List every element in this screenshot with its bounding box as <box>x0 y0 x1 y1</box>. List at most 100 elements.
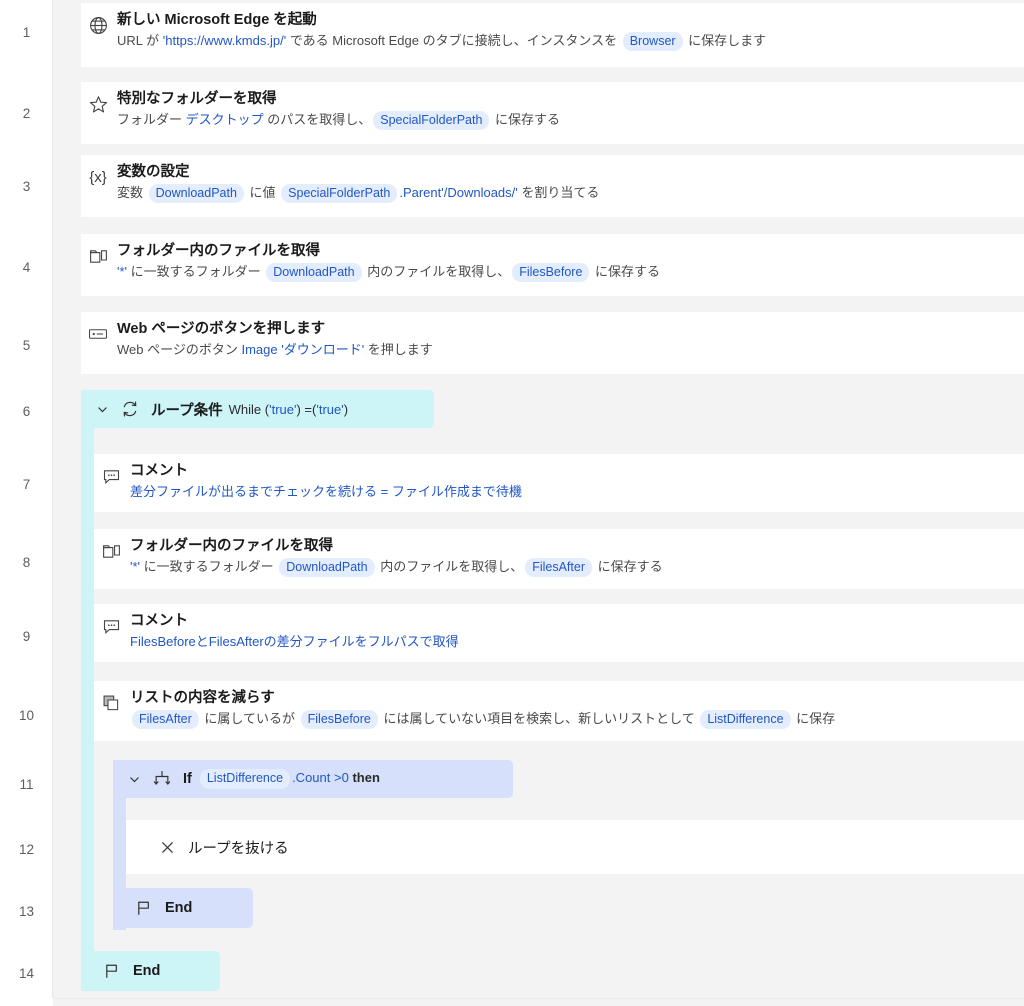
step-number-3: 3 <box>22 179 31 194</box>
step-row-3[interactable]: {x} 変数の設定 変数 DownloadPath に値 SpecialFold… <box>81 155 1024 217</box>
step-4-description: '*' に一致するフォルダー DownloadPath 内のファイルを取得し、 F… <box>117 262 1014 282</box>
variable-chip-browser: Browser <box>622 31 683 51</box>
variable-chip-listdifference: ListDifference <box>700 709 791 729</box>
step-8-body: フォルダー内のファイルを取得 '*' に一致するフォルダー DownloadPa… <box>128 529 1024 586</box>
step-number-6: 6 <box>22 404 31 419</box>
step-number-1: 1 <box>22 25 31 40</box>
parameter-value: 'https://www.kmds.jp/' <box>162 32 287 48</box>
parameter-value: 差分ファイルが出るまでチェックを続ける = ファイル作成まで待機 <box>130 483 522 499</box>
gutter-bottom-filler <box>0 998 53 1006</box>
variable-chip-filesafter: FilesAfter <box>132 709 199 729</box>
step-2-title: 特別なフォルダーを取得 <box>117 91 277 107</box>
step-10-title: リストの内容を減らす <box>130 690 275 706</box>
step-2-description: フォルダー デスクトップ のパスを取得し、 SpecialFolderPath に… <box>117 110 1014 130</box>
comment-icon <box>94 604 128 637</box>
step-3-body: 変数の設定 変数 DownloadPath に値 SpecialFolderPa… <box>115 155 1024 212</box>
step-5-title: Web ページのボタンを押します <box>117 321 326 337</box>
variable-chip-downloadpath: DownloadPath <box>279 557 375 577</box>
step-row-9[interactable]: コメント FilesBeforeとFilesAfterの差分ファイルをフルパスで… <box>94 604 1024 662</box>
step-9-description: FilesBeforeとFilesAfterの差分ファイルをフルパスで取得 <box>130 633 1014 652</box>
loop-block-spine <box>81 390 94 991</box>
variable-chip-downloadpath: DownloadPath <box>266 262 362 282</box>
flow-designer-canvas[interactable]: 1 2 3 4 5 6 7 8 9 10 11 12 13 14 新しい Mic… <box>0 0 1024 1006</box>
step-1-body: 新しい Microsoft Edge を起動 URL が 'https://ww… <box>115 3 1024 60</box>
step-9-title: コメント <box>130 613 188 629</box>
list-subtract-icon <box>94 681 128 714</box>
star-icon <box>81 82 115 115</box>
step-number-8: 8 <box>22 555 31 570</box>
parameter-value: FilesBeforeとFilesAfterの差分ファイルをフルパスで取得 <box>130 633 459 649</box>
step-11-condition: ListDifference .Count >0 then <box>198 769 380 789</box>
step-row-1[interactable]: 新しい Microsoft Edge を起動 URL が 'https://ww… <box>81 3 1024 67</box>
variable-chip-filesbefore: FilesBefore <box>300 709 378 729</box>
globe-icon <box>81 3 115 36</box>
step-12-title: ループを抜ける <box>188 840 289 857</box>
step-row-14-loop-end[interactable]: End <box>81 951 220 991</box>
step-9-body: コメント FilesBeforeとFilesAfterの差分ファイルをフルパスで… <box>128 604 1024 660</box>
step-14-title: End <box>133 963 161 979</box>
step-12-body: ループを抜ける <box>126 820 1024 874</box>
step-1-description: URL が 'https://www.kmds.jp/' である Microso… <box>117 31 1014 51</box>
step-row-13-if-end[interactable]: End <box>113 888 253 928</box>
flag-icon <box>131 897 157 919</box>
loop-icon <box>117 398 143 420</box>
step-number-7: 7 <box>22 477 31 492</box>
step-number-10: 10 <box>18 708 35 723</box>
parameter-value: デスクトップ <box>185 111 264 127</box>
step-row-11-if-header[interactable]: If ListDifference .Count >0 then <box>113 760 513 798</box>
step-5-body: Web ページのボタンを押します Web ページのボタン Image 'ダウンロ… <box>115 312 1024 368</box>
step-row-2[interactable]: 特別なフォルダーを取得 フォルダー デスクトップ のパスを取得し、 Special… <box>81 82 1024 144</box>
step-row-10[interactable]: リストの内容を減らす FilesAfter に属しているが FilesBefor… <box>94 681 1024 741</box>
parameter-value: Image 'ダウンロード' <box>241 341 365 357</box>
step-3-title: 変数の設定 <box>117 164 190 180</box>
step-number-4: 4 <box>22 260 31 275</box>
step-13-title: End <box>165 900 193 916</box>
variable-x-icon: {x} <box>89 169 107 186</box>
step-number-gutter: 1 2 3 4 5 6 7 8 9 10 11 12 13 14 <box>0 0 53 1006</box>
step-6-condition: While ('true') =('true') <box>228 401 349 417</box>
folder-files-icon <box>81 234 115 267</box>
step-row-4[interactable]: フォルダー内のファイルを取得 '*' に一致するフォルダー DownloadPa… <box>81 234 1024 296</box>
variable-chip-filesafter: FilesAfter <box>525 557 592 577</box>
step-number-2: 2 <box>22 106 31 121</box>
close-x-icon <box>156 836 178 858</box>
step-number-5: 5 <box>22 338 31 353</box>
step-number-14: 14 <box>18 966 35 981</box>
step-10-body: リストの内容を減らす FilesAfter に属しているが FilesBefor… <box>128 681 1024 738</box>
step-3-description: 変数 DownloadPath に値 SpecialFolderPath .Par… <box>117 183 1014 203</box>
step-8-description: '*' に一致するフォルダー DownloadPath 内のファイルを取得し、 F… <box>130 557 1014 577</box>
if-branch-icon <box>149 768 175 790</box>
chevron-down-icon[interactable] <box>93 400 111 418</box>
step-number-12: 12 <box>18 842 35 857</box>
flag-icon <box>99 960 125 982</box>
step-1-title: 新しい Microsoft Edge を起動 <box>117 12 317 28</box>
parameter-value: '*' <box>130 558 141 574</box>
step-row-12[interactable]: ループを抜ける <box>126 820 1024 874</box>
step-number-9: 9 <box>22 629 31 644</box>
step-row-7[interactable]: コメント 差分ファイルが出るまでチェックを続ける = ファイル作成まで待機 <box>94 454 1024 512</box>
step-number-11: 11 <box>19 777 34 792</box>
parameter-value: '*' <box>117 263 128 279</box>
canvas-bottom-divider <box>53 998 1024 1006</box>
step-7-description: 差分ファイルが出るまでチェックを続ける = ファイル作成まで待機 <box>130 483 1014 502</box>
step-row-6-loop-header[interactable]: ループ条件 While ('true') =('true') <box>81 390 434 428</box>
step-4-body: フォルダー内のファイルを取得 '*' に一致するフォルダー DownloadPa… <box>115 234 1024 291</box>
variable-chip-specialfolderpath: SpecialFolderPath <box>373 110 490 130</box>
step-7-body: コメント 差分ファイルが出るまでチェックを続ける = ファイル作成まで待機 <box>128 454 1024 510</box>
variable-chip-listdifference: ListDifference <box>199 769 291 789</box>
variable-chip-specialfolderpath: SpecialFolderPath <box>281 183 398 203</box>
parameter-value: .Parent'/Downloads/' <box>399 184 518 200</box>
folder-files-icon <box>94 529 128 562</box>
variable-chip-downloadpath: DownloadPath <box>148 183 244 203</box>
step-number-13: 13 <box>18 904 35 919</box>
step-row-8[interactable]: フォルダー内のファイルを取得 '*' に一致するフォルダー DownloadPa… <box>94 529 1024 589</box>
step-5-description: Web ページのボタン Image 'ダウンロード' を押します <box>117 341 433 357</box>
step-2-body: 特別なフォルダーを取得 フォルダー デスクトップ のパスを取得し、 Special… <box>115 82 1024 139</box>
step-8-title: フォルダー内のファイルを取得 <box>130 538 333 554</box>
step-row-5[interactable]: Web ページのボタンを押します Web ページのボタン Image 'ダウンロ… <box>81 312 1024 374</box>
step-6-title: ループ条件 <box>151 402 223 419</box>
flow-steps-list[interactable]: 新しい Microsoft Edge を起動 URL が 'https://ww… <box>53 0 1024 1006</box>
chevron-down-icon[interactable] <box>125 770 143 788</box>
step-11-title: If <box>183 771 192 787</box>
step-7-title: コメント <box>130 463 188 479</box>
